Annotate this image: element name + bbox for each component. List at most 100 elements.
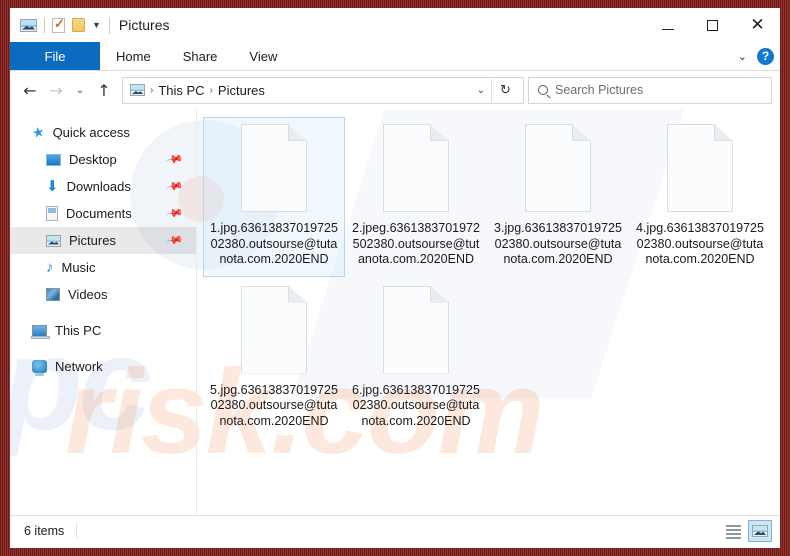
breadcrumb-this-pc[interactable]: This PC xyxy=(158,83,204,98)
sidebar-item-music[interactable]: ♪ Music xyxy=(10,254,196,281)
forward-button[interactable]: → xyxy=(44,76,68,104)
sidebar-item-label: Network xyxy=(55,359,103,374)
file-icon xyxy=(241,124,307,212)
screenshot-border: pc risk.com ▼ Pictures ✕ File Home Share xyxy=(0,0,790,556)
large-icons-view-icon xyxy=(752,525,768,537)
file-name: 5.jpg.6361383701972502380.outsourse@tuta… xyxy=(210,382,338,428)
customize-chevron-icon[interactable]: ▼ xyxy=(92,20,101,30)
file-item[interactable]: 3.jpg.6361383701972502380.outsourse@tuta… xyxy=(487,117,629,277)
file-grid: 1.jpg.6361383701972502380.outsourse@tuta… xyxy=(203,115,780,440)
sidebar-item-this-pc[interactable]: This PC xyxy=(10,317,196,344)
pin-icon[interactable]: 📌 xyxy=(166,231,185,250)
toolbar-divider xyxy=(44,17,45,33)
sidebar-item-label: Downloads xyxy=(66,179,131,194)
file-item[interactable]: 6.jpg.6361383701972502380.outsourse@tuta… xyxy=(345,279,487,439)
sidebar-item-videos[interactable]: Videos xyxy=(10,281,196,308)
sidebar-item-downloads[interactable]: ⬇ Downloads 📌 xyxy=(10,173,196,200)
sidebar-item-label: Pictures xyxy=(69,233,116,248)
refresh-button[interactable]: ↻ xyxy=(492,83,519,98)
desktop-icon xyxy=(46,153,61,166)
star-icon: ★ xyxy=(30,122,46,142)
pin-icon[interactable]: 📌 xyxy=(166,150,185,169)
file-item[interactable]: 2.jpeg.6361383701972502380.outsourse@tut… xyxy=(345,117,487,277)
file-icon xyxy=(383,124,449,212)
properties-icon[interactable] xyxy=(52,16,65,33)
tab-view[interactable]: View xyxy=(233,42,293,70)
status-bar: 6 items xyxy=(10,515,780,546)
ribbon-tabs: File Home Share View ⌄ ? xyxy=(10,42,780,71)
file-icon xyxy=(667,124,733,212)
address-bar: ← → ⌄ ↑ › This PC › Pictures ⌄ ↻ Search … xyxy=(10,71,780,109)
pictures-icon xyxy=(46,234,61,247)
search-icon xyxy=(538,85,548,95)
this-pc-icon xyxy=(31,324,50,339)
sidebar-item-desktop[interactable]: Desktop 📌 xyxy=(10,146,196,173)
sidebar-item-label: Music xyxy=(61,260,96,275)
file-name: 6.jpg.6361383701972502380.outsourse@tuta… xyxy=(352,382,480,428)
breadcrumb: › This PC › Pictures xyxy=(130,83,471,98)
pin-icon[interactable]: 📌 xyxy=(166,177,185,196)
sidebar-item-label: This PC xyxy=(55,323,102,338)
tab-home[interactable]: Home xyxy=(100,42,167,70)
details-view-icon xyxy=(725,525,741,539)
search-placeholder: Search Pictures xyxy=(555,83,644,97)
status-divider xyxy=(76,523,78,539)
file-item[interactable]: 5.jpg.6361383701972502380.outsourse@tuta… xyxy=(203,279,345,439)
large-icons-view-button[interactable] xyxy=(748,520,772,542)
sidebar-item-documents[interactable]: Documents 📌 xyxy=(10,200,196,227)
expand-ribbon-chevron-icon[interactable]: ⌄ xyxy=(738,50,747,63)
sidebar-item-pictures[interactable]: Pictures 📌 xyxy=(10,227,196,254)
window-title: Pictures xyxy=(118,17,170,33)
breadcrumb-dropdown-icon[interactable]: ⌄ xyxy=(471,85,491,96)
title-bar: ▼ Pictures ✕ xyxy=(10,8,780,42)
breadcrumb-separator: › xyxy=(209,84,213,96)
download-icon: ⬇ xyxy=(46,177,59,195)
file-name: 2.jpeg.6361383701972502380.outsourse@tut… xyxy=(352,221,480,266)
file-item[interactable]: 1.jpg.6361383701972502380.outsourse@tuta… xyxy=(203,117,345,277)
up-button[interactable]: ↑ xyxy=(92,76,116,104)
details-view-button[interactable] xyxy=(721,520,745,542)
sidebar-item-quick-access[interactable]: ★ Quick access xyxy=(10,119,196,146)
navigation-pane: ★ Quick access Desktop 📌 ⬇ Downloads 📌 D… xyxy=(10,109,197,515)
ribbon-actions: ⌄ ? xyxy=(738,42,774,70)
minimize-button[interactable] xyxy=(645,8,690,42)
tab-share[interactable]: Share xyxy=(167,42,234,70)
tab-file[interactable]: File xyxy=(10,42,100,70)
documents-icon xyxy=(46,206,58,221)
breadcrumb-pictures[interactable]: Pictures xyxy=(218,83,265,98)
maximize-button[interactable] xyxy=(690,8,735,42)
search-input[interactable]: Search Pictures xyxy=(528,76,772,104)
title-divider xyxy=(108,16,110,34)
window-controls: ✕ xyxy=(645,8,780,42)
file-explorer-window: pc risk.com ▼ Pictures ✕ File Home Share xyxy=(10,8,780,548)
close-button[interactable]: ✕ xyxy=(735,8,780,42)
file-name: 4.jpg.6361383701972502380.outsourse@tuta… xyxy=(636,221,764,266)
recent-locations-button[interactable]: ⌄ xyxy=(70,76,90,104)
explorer-body: ★ Quick access Desktop 📌 ⬇ Downloads 📌 D… xyxy=(10,109,780,515)
help-icon[interactable]: ? xyxy=(757,47,774,65)
quick-access-toolbar: ▼ xyxy=(10,16,101,33)
file-icon xyxy=(525,124,591,212)
breadcrumb-bar[interactable]: › This PC › Pictures ⌄ ↻ xyxy=(122,76,524,104)
pictures-icon[interactable] xyxy=(20,18,37,32)
sidebar-item-label: Desktop xyxy=(69,152,117,167)
pin-icon[interactable]: 📌 xyxy=(166,204,185,223)
item-count: 6 items xyxy=(24,524,65,538)
music-icon: ♪ xyxy=(46,259,54,276)
file-item[interactable]: 4.jpg.6361383701972502380.outsourse@tuta… xyxy=(629,117,771,277)
file-name: 1.jpg.6361383701972502380.outsourse@tuta… xyxy=(210,221,338,266)
breadcrumb-pictures-icon xyxy=(130,84,145,96)
new-folder-icon[interactable] xyxy=(72,18,85,32)
breadcrumb-separator: › xyxy=(150,84,154,96)
network-icon xyxy=(32,360,47,376)
file-icon xyxy=(383,285,449,374)
file-list-pane[interactable]: 1.jpg.6361383701972502380.outsourse@tuta… xyxy=(197,109,780,515)
file-name: 3.jpg.6361383701972502380.outsourse@tuta… xyxy=(494,221,622,266)
file-icon xyxy=(241,285,307,374)
view-buttons xyxy=(721,520,772,542)
sidebar-item-network[interactable]: Network xyxy=(10,353,196,380)
sidebar-item-label: Videos xyxy=(68,287,108,302)
back-button[interactable]: ← xyxy=(18,76,42,104)
